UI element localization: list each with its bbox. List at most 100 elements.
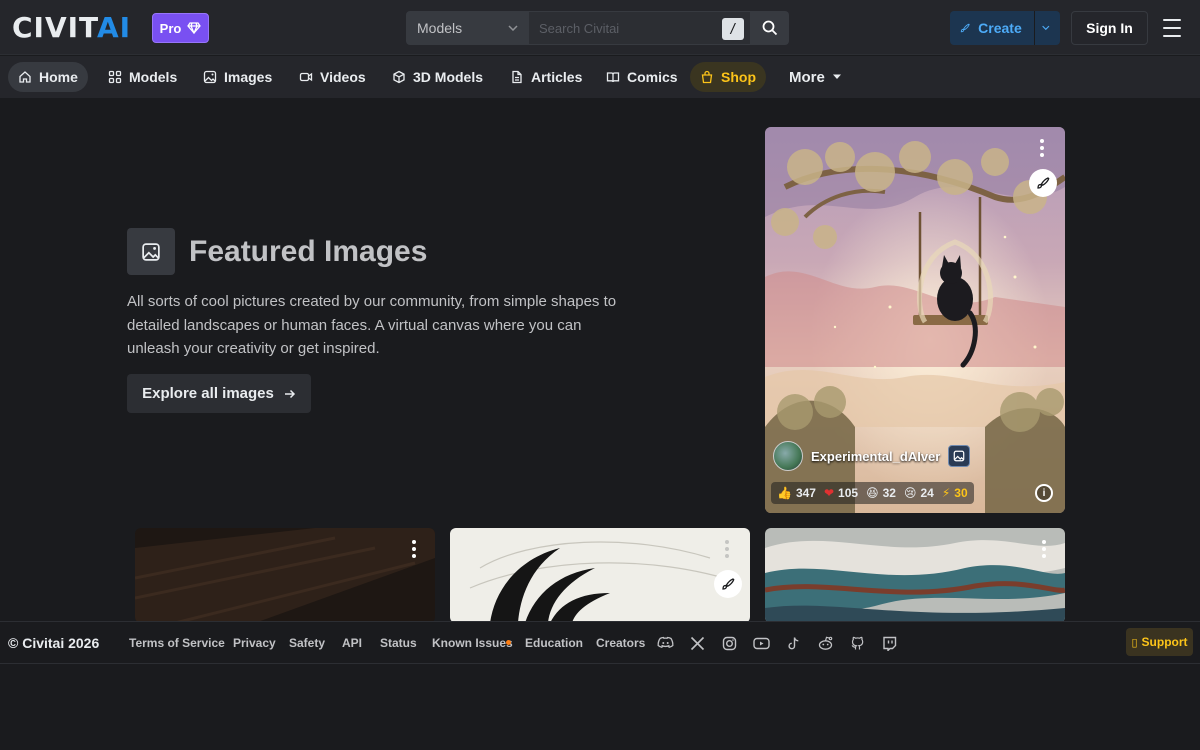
nav-home[interactable]: Home [8, 62, 88, 92]
brush-icon [960, 23, 970, 33]
instagram-icon[interactable] [720, 634, 738, 652]
support-icon: ▯ [1131, 636, 1138, 649]
heart-icon: ❤ [823, 486, 835, 500]
featured-description: All sorts of cool pictures created by ou… [127, 293, 617, 357]
sign-in-button[interactable]: Sign In [1071, 11, 1148, 45]
search-category-value: Models [417, 20, 463, 36]
main-nav: Home Models Images Videos 3D Models Arti… [0, 56, 1200, 98]
nav-videos-label: Videos [320, 69, 366, 85]
image-card[interactable] [135, 528, 435, 623]
chevron-down-icon [508, 25, 518, 31]
nav-articles[interactable]: Articles [500, 62, 592, 92]
card-options-icon[interactable] [1040, 139, 1044, 157]
explore-all-images-button[interactable]: Explore all images [127, 374, 311, 413]
photo-icon [203, 70, 217, 84]
reaction-laugh[interactable]: 😆 32 [866, 486, 896, 500]
featured-image-card[interactable]: Experimental_dAIver 👍 347 ❤ 105 😆 32 😢 24 ⚡ 3… [765, 127, 1065, 513]
card-options-icon[interactable] [725, 540, 729, 558]
nav-more[interactable]: More [779, 62, 852, 92]
reaction-heart[interactable]: ❤ 105 [824, 486, 858, 500]
search-button[interactable] [751, 11, 789, 45]
cube-icon [393, 70, 405, 84]
nav-videos[interactable]: Videos [289, 62, 376, 92]
search-category-select[interactable]: Models [406, 11, 529, 45]
home-icon [19, 71, 31, 83]
reaction-buzz[interactable]: ⚡ 30 [942, 486, 968, 500]
cry-icon: 😢 [903, 486, 917, 500]
nav-shop[interactable]: Shop [690, 62, 766, 92]
card-options-icon[interactable] [1042, 540, 1046, 558]
creator-name[interactable]: Experimental_dAIver [811, 449, 940, 464]
github-icon[interactable] [848, 634, 866, 652]
footer-link-safety[interactable]: Safety [289, 636, 325, 650]
nav-models-label: Models [129, 69, 178, 85]
pro-label: Pro [159, 20, 182, 36]
footer-link-status[interactable]: Status [380, 636, 417, 650]
heart-count: 105 [838, 486, 859, 500]
nav-models[interactable]: Models [98, 62, 187, 92]
sign-in-label: Sign In [1086, 20, 1133, 36]
reaction-cry[interactable]: 😢 24 [904, 486, 934, 500]
nav-comics[interactable]: Comics [596, 62, 688, 92]
create-button[interactable]: Create [950, 11, 1060, 45]
laugh-icon: 😆 [866, 486, 879, 500]
featured-title: Featured Images [189, 235, 428, 268]
laugh-count: 32 [882, 486, 896, 500]
featured-images-icon-box [127, 228, 175, 275]
discord-icon[interactable] [656, 634, 674, 652]
search-placeholder: Search Civitai [539, 20, 620, 36]
twitch-icon[interactable] [880, 634, 898, 652]
info-icon[interactable]: i [1035, 484, 1053, 502]
creator-info[interactable]: Experimental_dAIver [773, 441, 971, 471]
nav-images-label: Images [224, 69, 273, 85]
thumbs-up-icon: 👍 [777, 486, 792, 500]
card-image [765, 528, 1065, 623]
chevron-down-icon[interactable] [1042, 24, 1050, 32]
remix-icon[interactable] [1029, 169, 1057, 197]
remix-icon[interactable] [714, 570, 742, 598]
search-input[interactable]: Search Civitai / [529, 11, 751, 45]
caret-down-icon [832, 74, 841, 79]
nav-home-label: Home [39, 69, 78, 85]
pro-button[interactable]: Pro [152, 13, 209, 43]
search-bar: Models Search Civitai / [406, 11, 789, 45]
create-divider [1033, 11, 1035, 45]
menu-icon[interactable] [1161, 17, 1183, 39]
card-options-icon[interactable] [412, 540, 416, 558]
search-shortcut-key: / [722, 18, 744, 40]
nav-3d-models[interactable]: 3D Models [382, 62, 493, 92]
bolt-icon: ⚡ [941, 486, 951, 500]
reddit-icon[interactable] [816, 634, 834, 652]
tiktok-icon[interactable] [784, 634, 802, 652]
footer-link-education[interactable]: Education [525, 636, 583, 650]
footer-link-terms[interactable]: Terms of Service [129, 636, 225, 650]
explore-label: Explore all images [142, 385, 274, 402]
diamond-icon [187, 22, 202, 34]
support-button[interactable]: ▯ Support [1126, 628, 1193, 656]
nav-images[interactable]: Images [193, 62, 282, 92]
card-image [450, 528, 750, 623]
logo-part-civit: CIVIT [12, 11, 97, 44]
creator-badge-icon [948, 445, 971, 467]
create-label: Create [978, 20, 1022, 36]
footer-link-api[interactable]: API [342, 636, 362, 650]
youtube-icon[interactable] [752, 634, 770, 652]
footer-link-known-issues[interactable]: Known Issues [432, 636, 513, 650]
footer-link-privacy[interactable]: Privacy [233, 636, 276, 650]
photo-icon [142, 242, 160, 261]
arrow-right-icon [284, 389, 295, 398]
civitai-logo[interactable]: CIVITAI [12, 14, 131, 42]
book-icon [606, 72, 620, 83]
footer-link-creators[interactable]: Creators [596, 636, 645, 650]
nav-comics-label: Comics [627, 69, 678, 85]
cry-count: 24 [920, 486, 934, 500]
logo-part-ai: AI [96, 11, 132, 44]
footer-copyright: © Civitai 2026 [8, 635, 100, 651]
footer: © Civitai 2026 Terms of Service Privacy … [0, 621, 1200, 664]
image-card[interactable] [450, 528, 750, 623]
avatar[interactable] [773, 441, 803, 471]
x-twitter-icon[interactable] [688, 634, 706, 652]
image-card[interactable] [765, 528, 1065, 623]
reaction-like[interactable]: 👍 347 [777, 486, 816, 500]
like-count: 347 [795, 486, 816, 500]
